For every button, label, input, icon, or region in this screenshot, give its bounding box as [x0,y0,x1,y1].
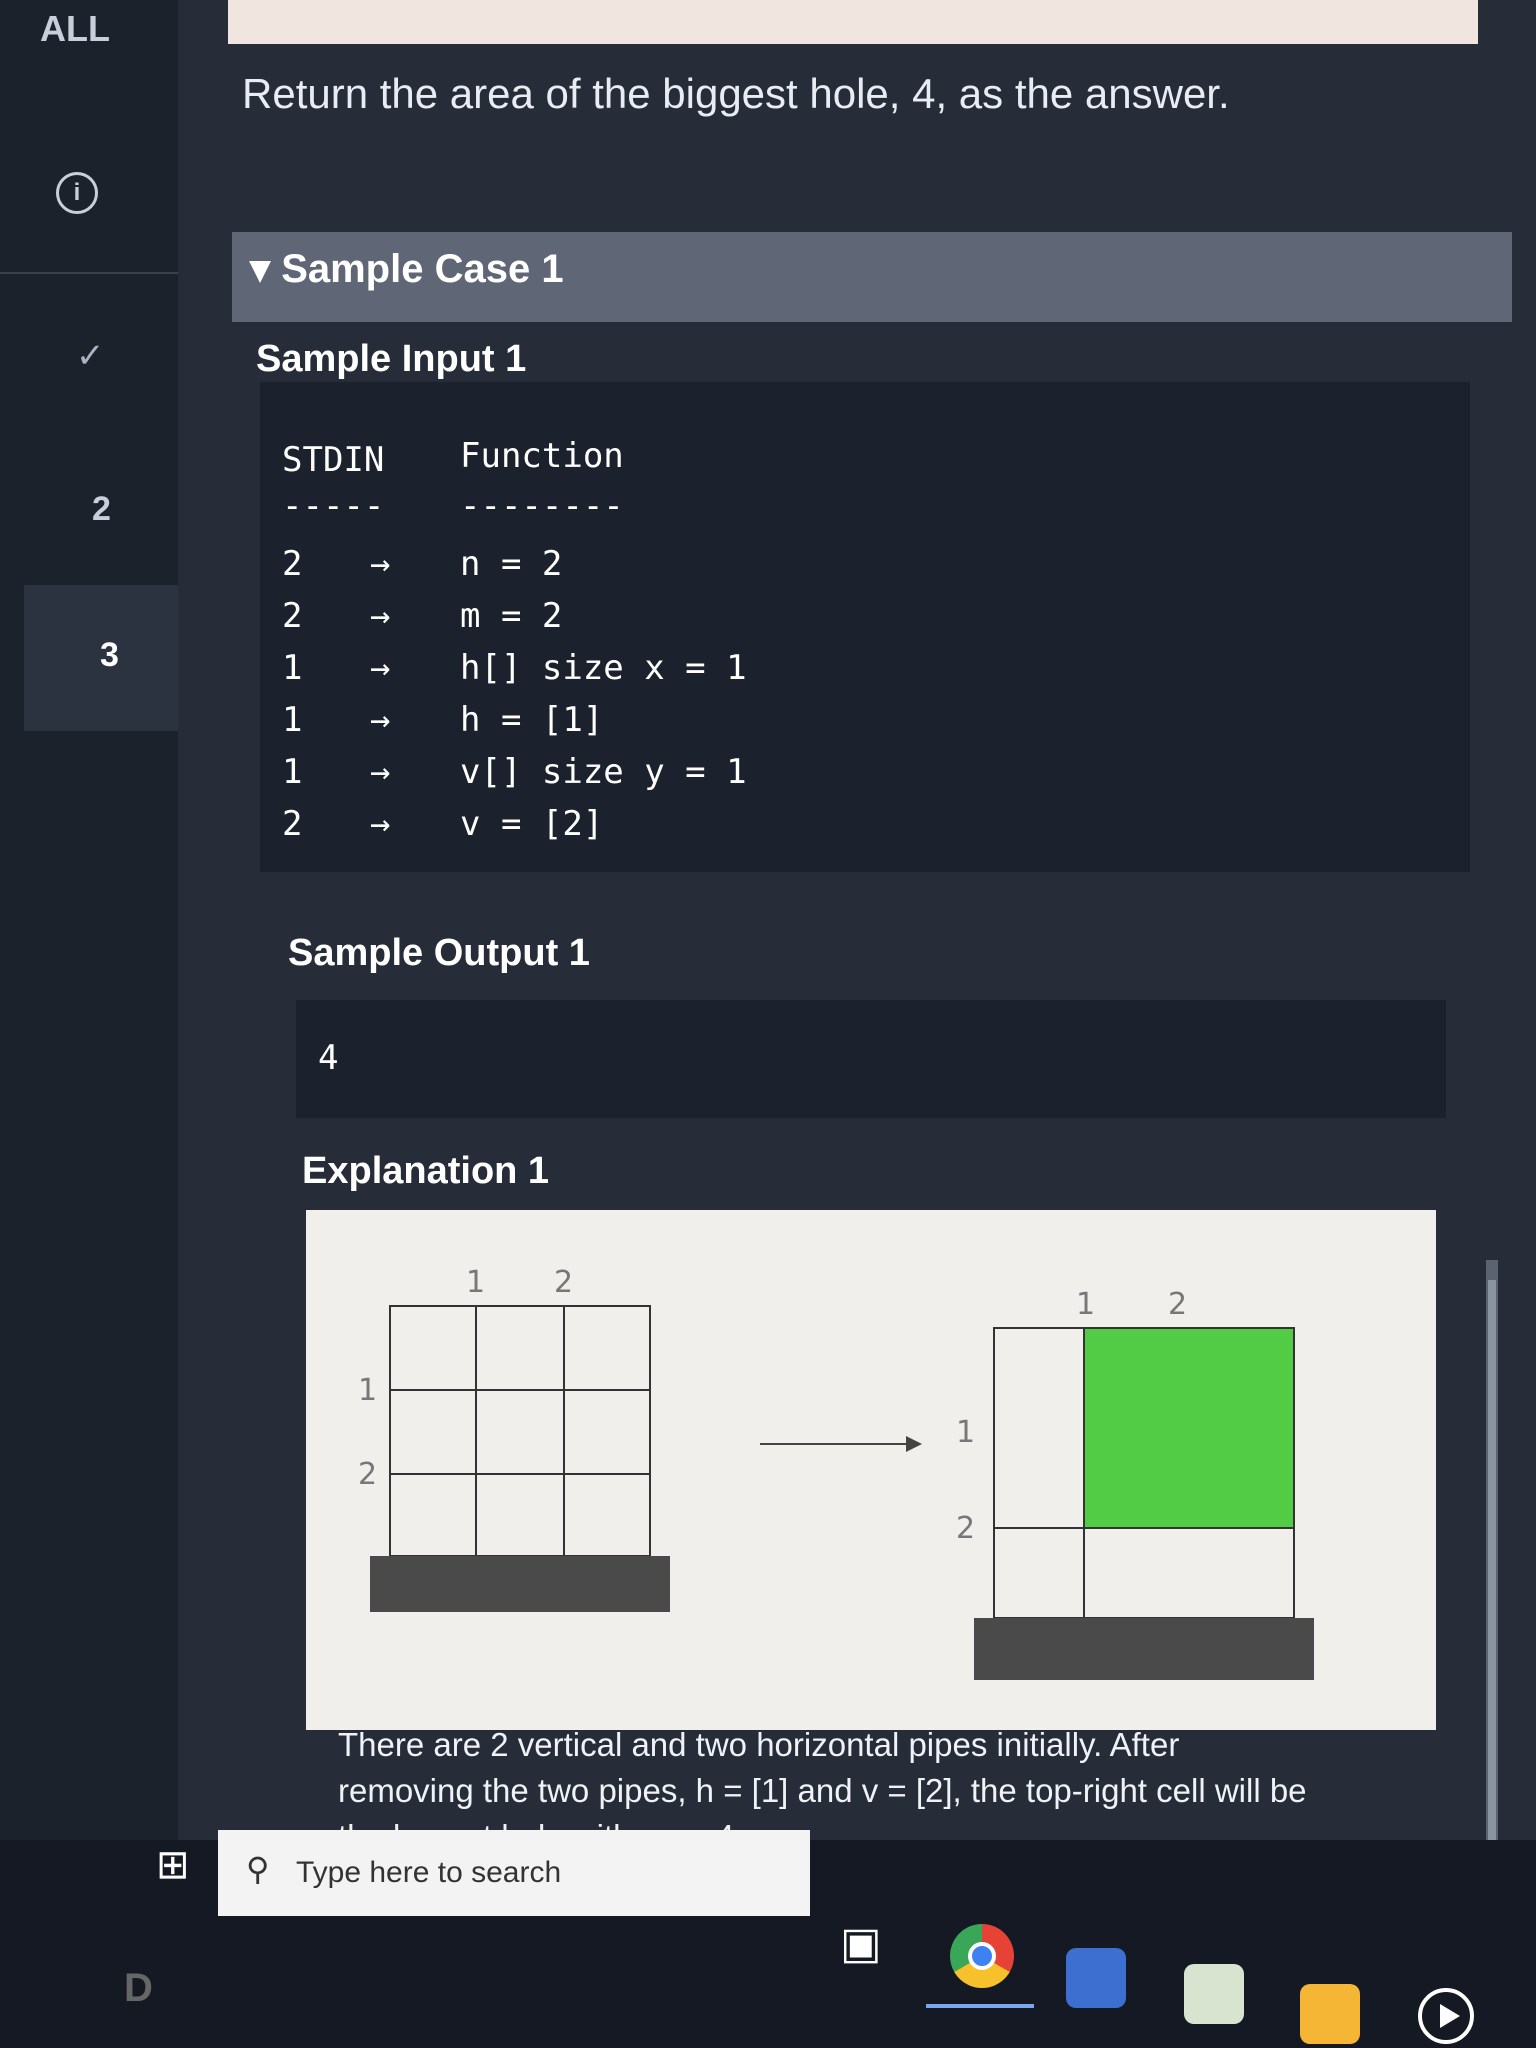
row-label: 1 [956,1415,975,1450]
explanation-line: There are 2 vertical and two horizontal … [338,1726,1180,1763]
stdin-value: 2 [282,544,303,584]
arrow-icon: → [370,596,391,636]
function-header: Function [460,436,624,476]
stdin-separator: ----- [282,486,385,526]
windows-start-icon[interactable]: ⊞ [156,1842,190,1888]
stdin-header: STDIN [282,440,385,480]
network-app-icon[interactable] [1066,1948,1126,2008]
function-separator: -------- [460,486,624,526]
document-app-icon[interactable] [1184,1964,1244,2024]
chrome-icon[interactable] [950,1924,1014,1988]
sidebar-item-3[interactable]: 3 [100,636,119,675]
search-icon: ⚲ [246,1851,270,1887]
sample-input-title: Sample Input 1 [256,338,527,380]
folder-icon[interactable] [1300,1984,1360,2044]
col-label: 1 [1076,1287,1095,1322]
stdin-value: 1 [282,700,303,740]
function-line: v = [2] [460,804,604,844]
check-icon[interactable]: ✓ [76,336,105,376]
stdin-value: 1 [282,752,303,792]
sample-output-block: 4 [296,1000,1446,1118]
grid-frame [389,1305,651,1557]
function-line: n = 2 [460,544,563,584]
arrow-head [906,1436,922,1452]
problem-panel: Return the area of the biggest hole, 4, … [178,0,1536,1880]
task-view-icon[interactable]: ▣ [840,1918,882,1969]
sample-input-block: STDIN Function ----- -------- 2 → n = 2 … [260,382,1470,872]
sample-case-title[interactable]: ▾ Sample Case 1 [250,246,564,292]
col-label: 1 [466,1265,485,1300]
info-icon[interactable]: i [56,172,98,214]
sidebar-divider [0,272,178,274]
media-player-icon[interactable] [1418,1988,1474,2044]
info-icon-glyph: i [73,179,81,206]
monitor-brand-logo: D [124,1966,153,2010]
pipe-grid-diagram: 1 2 1 2 1 2 1 2 [358,1265,1314,1680]
largest-hole [1084,1328,1294,1528]
problem-intro-text: Return the area of the biggest hole, 4, … [242,70,1230,117]
row-label: 2 [956,1511,975,1546]
sidebar-all-label[interactable]: ALL [40,8,110,50]
row-label: 1 [358,1373,377,1408]
scrollbar-thumb[interactable] [1488,1280,1496,1880]
explanation-line: removing the two pipes, h = [1] and v = … [338,1772,1307,1809]
stdin-value: 2 [282,804,303,844]
taskbar-search-input[interactable]: Type here to search [296,1856,561,1890]
function-line: h = [1] [460,700,604,740]
sidebar-item-2[interactable]: 2 [92,490,111,529]
explanation-title: Explanation 1 [302,1150,550,1192]
sample-output-title: Sample Output 1 [288,932,590,974]
arrow-icon: → [370,752,391,792]
function-line: v[] size y = 1 [460,752,747,792]
stdin-value: 1 [282,648,303,688]
sidebar: ALL i ✓ 2 3 [0,0,178,1900]
previous-content-strip [228,0,1478,44]
col-label: 2 [554,1265,573,1300]
row-label: 2 [358,1457,377,1492]
base-block [974,1618,1314,1680]
function-line: m = 2 [460,596,563,636]
stdin-value: 2 [282,596,303,636]
function-line: h[] size x = 1 [460,648,747,688]
explanation-diagram: 1 2 1 2 1 2 1 2 [306,1210,1436,1730]
initial-grid [389,1305,651,1557]
output-value: 4 [318,1038,339,1078]
arrow-icon: → [370,544,391,584]
arrow-icon: → [370,700,391,740]
arrow-icon: → [370,648,391,688]
base-block [370,1556,670,1612]
col-label: 2 [1168,1287,1187,1322]
active-app-indicator [926,2004,1034,2008]
arrow-icon: → [370,804,391,844]
